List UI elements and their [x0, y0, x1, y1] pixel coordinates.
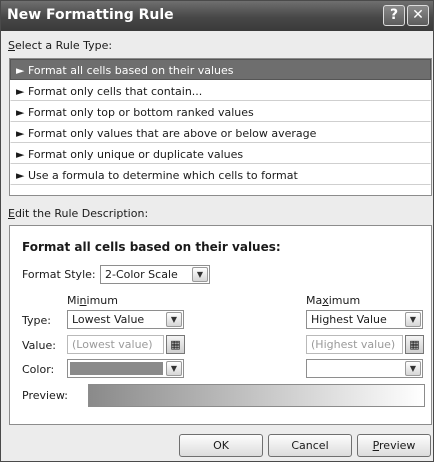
maximum-type-select[interactable]: Highest Value ▼ [306, 310, 423, 329]
collapse-dialog-icon[interactable]: ▦ [405, 335, 424, 354]
preview-label: Preview: [22, 389, 68, 402]
description-heading: Format all cells based on their values: [22, 240, 281, 254]
value-label: Value: [22, 339, 56, 352]
rule-description-section-label: Edit the Rule Description: [8, 207, 149, 220]
chevron-down-icon[interactable]: ▼ [166, 312, 182, 327]
new-formatting-rule-dialog: New Formatting Rule ? ✕ Select a Rule Ty… [0, 0, 434, 462]
rule-type-section-label: Select a Rule Type: [8, 39, 113, 52]
color-scale-preview [88, 384, 425, 407]
rule-type-item-above-below-average[interactable]: ► Format only values that are above or b… [10, 122, 431, 143]
minimum-color-swatch [70, 362, 163, 375]
type-label: Type: [22, 314, 51, 327]
close-icon: ✕ [412, 7, 424, 23]
rule-description-panel: Format all cells based on their values: … [9, 225, 432, 425]
minimum-color-picker[interactable]: ▼ [67, 359, 184, 378]
format-style-label: Format Style: [22, 268, 96, 281]
rule-type-item-top-bottom[interactable]: ► Format only top or bottom ranked value… [10, 101, 431, 122]
format-style-value: 2-Color Scale [105, 268, 178, 281]
collapse-dialog-icon[interactable]: ▦ [166, 335, 185, 354]
rule-type-list[interactable]: ► Format all cells based on their values… [9, 58, 432, 196]
maximum-color-swatch [309, 362, 402, 375]
maximum-value-input[interactable]: (Highest value) [306, 335, 403, 354]
format-style-select[interactable]: 2-Color Scale ▼ [100, 265, 210, 284]
cancel-button[interactable]: Cancel [268, 434, 352, 457]
maximum-header: Maximum [306, 294, 361, 307]
chevron-down-icon[interactable]: ▼ [405, 361, 421, 376]
title-bar[interactable]: New Formatting Rule [1, 1, 433, 31]
rule-type-item-formula[interactable]: ► Use a formula to determine which cells… [10, 164, 431, 185]
maximum-type-value: Highest Value [311, 313, 387, 326]
help-icon: ? [389, 7, 399, 23]
window-title: New Formatting Rule [7, 7, 174, 23]
close-button[interactable]: ✕ [407, 5, 429, 26]
color-label: Color: [22, 363, 55, 376]
chevron-down-icon[interactable]: ▼ [192, 267, 208, 282]
minimum-header: Minimum [67, 294, 118, 307]
help-button[interactable]: ? [383, 5, 405, 26]
rule-type-item-cells-that-contain[interactable]: ► Format only cells that contain... [10, 80, 431, 101]
chevron-down-icon[interactable]: ▼ [405, 312, 421, 327]
minimum-type-value: Lowest Value [72, 313, 145, 326]
rule-type-item-all-cells[interactable]: ► Format all cells based on their values [10, 59, 431, 80]
maximum-color-picker[interactable]: ▼ [306, 359, 423, 378]
rule-type-item-unique-duplicate[interactable]: ► Format only unique or duplicate values [10, 143, 431, 164]
minimum-value-input[interactable]: (Lowest value) [67, 335, 164, 354]
chevron-down-icon[interactable]: ▼ [166, 361, 182, 376]
preview-button[interactable]: Preview [357, 434, 431, 457]
ok-button[interactable]: OK [179, 434, 263, 457]
minimum-type-select[interactable]: Lowest Value ▼ [67, 310, 184, 329]
